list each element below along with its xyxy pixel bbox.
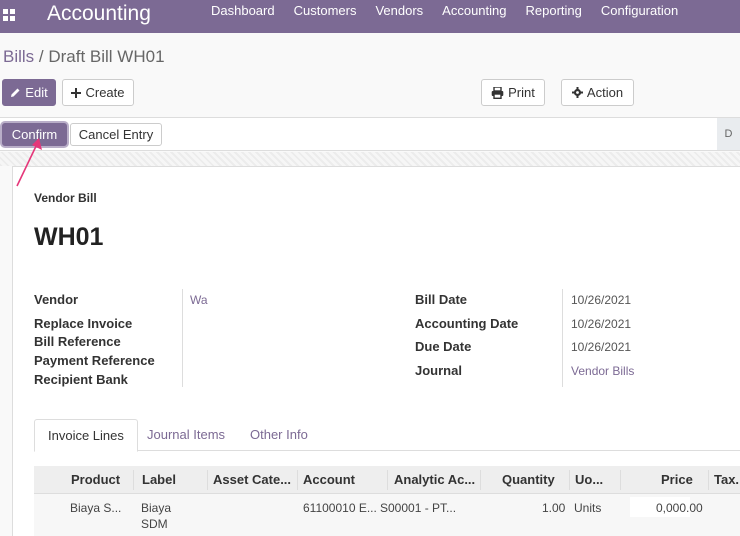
vendor-label: Vendor — [34, 292, 79, 307]
column-separator — [569, 470, 570, 490]
invoice-lines-header: Product Label Asset Cate... Account Anal… — [34, 466, 740, 494]
cell-product[interactable]: Biaya S... — [70, 500, 121, 516]
column-header-account[interactable]: Account — [303, 466, 355, 494]
column-header-uom[interactable]: Uo... — [575, 466, 603, 494]
recipient-bank-label: Recipient Bank — [34, 372, 128, 387]
top-navbar: Accounting Dashboard Customers Vendors A… — [0, 0, 740, 33]
menu-accounting[interactable]: Accounting — [442, 0, 506, 22]
column-header-analytic-account[interactable]: Analytic Ac... — [394, 466, 475, 494]
due-date-field[interactable]: 10/26/2021 — [571, 340, 631, 354]
edit-button-label: Edit — [25, 85, 48, 100]
due-date-label: Due Date — [415, 339, 472, 354]
cell-account[interactable]: 61100010 E... — [303, 500, 377, 516]
pencil-icon — [11, 88, 20, 97]
breadcrumb-bills-link[interactable]: Bills — [3, 47, 34, 66]
app-title[interactable]: Accounting — [47, 0, 151, 27]
breadcrumb-current: Draft Bill WH01 — [48, 47, 165, 66]
annotation-arrow-icon — [16, 138, 42, 187]
bill-date-field[interactable]: 10/26/2021 — [571, 293, 631, 307]
accounting-date-label: Accounting Date — [415, 316, 519, 331]
edit-button[interactable]: Edit — [2, 79, 56, 106]
notebook-tabs: Invoice Lines Journal Items Other Info — [34, 419, 740, 452]
action-button[interactable]: Action — [561, 79, 634, 106]
cell-analytic-account[interactable]: S00001 - PT... — [380, 500, 456, 516]
tab-invoice-lines[interactable]: Invoice Lines — [34, 419, 138, 452]
cancel-entry-button[interactable]: Cancel Entry — [70, 123, 162, 146]
tab-journal-items[interactable]: Journal Items — [134, 419, 238, 451]
column-header-price[interactable]: Price — [661, 466, 693, 494]
column-separator — [620, 470, 621, 490]
column-header-taxes[interactable]: Tax. — [714, 466, 739, 494]
status-bar: Confirm Cancel Entry D — [0, 117, 740, 151]
menu-configuration[interactable]: Configuration — [601, 0, 678, 22]
column-header-asset-category[interactable]: Asset Cate... — [213, 466, 291, 494]
column-separator — [708, 470, 709, 490]
action-button-label: Action — [586, 85, 624, 100]
cell-uom[interactable]: Units — [574, 500, 601, 516]
status-stage-draft[interactable]: D — [717, 118, 740, 150]
create-button[interactable]: Create — [62, 79, 134, 106]
menu-customers[interactable]: Customers — [294, 0, 357, 22]
vendor-field[interactable]: Wa — [190, 293, 208, 307]
menu-vendors[interactable]: Vendors — [375, 0, 423, 22]
main-menu: Dashboard Customers Vendors Accounting R… — [211, 0, 697, 22]
cell-label[interactable]: Biaya SDM — [141, 500, 171, 532]
column-separator — [207, 470, 208, 490]
bill-date-label: Bill Date — [415, 292, 468, 307]
plus-icon — [71, 87, 82, 98]
gear-icon — [571, 87, 583, 98]
accounting-date-field[interactable]: 10/26/2021 — [571, 317, 631, 331]
cell-label-line: Biaya — [141, 501, 172, 515]
print-button-label: Print — [508, 85, 535, 100]
document-type-label: Vendor Bill — [34, 191, 97, 205]
payment-reference-label: Payment Reference — [34, 353, 155, 368]
table-row[interactable]: Biaya S... Biaya SDM 61100010 E... S0000… — [34, 494, 740, 536]
journal-field[interactable]: Vendor Bills — [571, 364, 634, 378]
cell-price[interactable]: 0,000.00 — [656, 500, 703, 516]
field-separator — [562, 289, 563, 387]
breadcrumb: Bills / Draft Bill WH01 — [3, 47, 165, 67]
bill-reference-label: Bill Reference — [34, 334, 121, 349]
printer-icon — [491, 86, 504, 99]
cell-quantity[interactable]: 1.00 — [542, 500, 565, 516]
journal-label: Journal — [415, 363, 462, 378]
column-separator — [133, 470, 134, 490]
replace-invoice-label: Replace Invoice — [34, 316, 133, 331]
breadcrumb-separator: / — [34, 47, 49, 66]
field-separator — [182, 289, 183, 387]
apps-menu-icon[interactable] — [3, 9, 15, 21]
column-separator — [297, 470, 298, 490]
column-header-quantity[interactable]: Quantity — [502, 466, 555, 494]
column-header-product[interactable]: Product — [71, 466, 120, 494]
column-separator — [387, 470, 388, 490]
sheet-background — [0, 152, 740, 166]
menu-dashboard[interactable]: Dashboard — [211, 0, 275, 22]
menu-reporting[interactable]: Reporting — [526, 0, 582, 22]
document-name: WH01 — [34, 223, 104, 251]
print-button[interactable]: Print — [481, 79, 545, 106]
create-button-label: Create — [85, 85, 125, 100]
cell-label-line: SDM — [141, 517, 168, 531]
tab-other-info[interactable]: Other Info — [237, 419, 321, 451]
column-separator — [480, 470, 481, 490]
column-header-label[interactable]: Label — [142, 466, 176, 494]
